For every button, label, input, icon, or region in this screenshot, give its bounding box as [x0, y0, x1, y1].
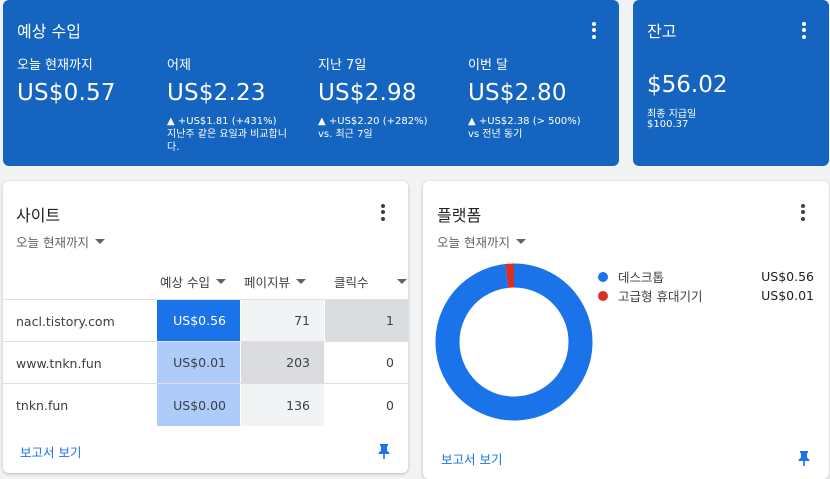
clicks-cell: 1	[325, 300, 408, 341]
platforms-period-dropdown[interactable]: 오늘 현재까지	[437, 232, 526, 251]
metric-value: US$2.23	[167, 80, 266, 106]
caret-down-icon	[94, 239, 105, 244]
sort-caret-icon	[396, 279, 407, 284]
earnings-cell: US$0.01	[157, 342, 240, 383]
earnings-cell: US$0.56	[157, 300, 240, 341]
metric-label: 이번 달	[468, 58, 509, 73]
last-payment-value: $100.37	[647, 119, 689, 130]
estimated-earnings-card: 예상 수입 오늘 현재까지 US$0.57 어제 US$2.23 ▲ +US$1…	[3, 0, 619, 166]
balance-title: 잔고	[647, 22, 677, 41]
metric-note: vs. 최근 7일	[318, 129, 373, 140]
sort-caret-icon	[215, 279, 226, 284]
legend-value: US$0.56	[761, 269, 814, 284]
platforms-view-report-link[interactable]: 보고서 보기	[441, 449, 502, 468]
legend-swatch	[598, 271, 608, 282]
estimated-earnings-title: 예상 수입	[17, 22, 81, 41]
balance-more-icon[interactable]	[794, 20, 814, 40]
balance-value: $56.02	[647, 72, 728, 98]
col-earnings-header[interactable]: 예상 수입	[160, 272, 226, 291]
metric-last-7-days: 지난 7일 US$2.98 ▲ +US$2.20 (+282%) vs. 최근 …	[318, 54, 468, 141]
pageviews-cell: 136	[241, 384, 324, 426]
metric-yesterday: 어제 US$2.23 ▲ +US$1.81 (+431%) 지난주 같은 요일과…	[167, 54, 317, 154]
legend-label: 데스크톱	[618, 270, 665, 285]
col-header-label: 클릭수	[334, 275, 369, 290]
metric-value: US$2.80	[468, 80, 567, 106]
pin-icon[interactable]	[797, 450, 811, 466]
sites-view-report-link[interactable]: 보고서 보기	[20, 442, 81, 461]
caret-down-icon	[515, 239, 526, 244]
col-clicks-header[interactable]: 클릭수	[334, 272, 407, 291]
platforms-title: 플랫폼	[437, 206, 482, 225]
metric-delta: ▲ +US$1.81 (+431%)	[167, 116, 277, 127]
metric-today: 오늘 현재까지 US$0.57	[17, 54, 167, 106]
sites-title: 사이트	[16, 206, 61, 225]
earnings-more-icon[interactable]	[584, 20, 604, 40]
metric-value: US$2.98	[318, 80, 417, 106]
legend-swatch	[598, 290, 608, 301]
col-pageviews-header[interactable]: 페이지뷰	[244, 272, 307, 291]
sites-period-dropdown[interactable]: 오늘 현재까지	[16, 232, 105, 251]
legend-item-desktop: 데스크톱 US$0.56	[598, 267, 814, 286]
metric-note: vs 전년 동기	[468, 129, 523, 140]
site-name[interactable]: tnkn.fun	[16, 398, 68, 413]
platforms-more-icon[interactable]	[793, 202, 813, 222]
metric-label: 어제	[167, 58, 191, 73]
sites-period-label: 오늘 현재까지	[16, 235, 89, 250]
legend-value: US$0.01	[761, 288, 814, 303]
pageviews-cell: 71	[241, 300, 324, 341]
pageviews-cell: 203	[241, 342, 324, 383]
metric-delta: ▲ +US$2.20 (+282%)	[318, 116, 428, 127]
earnings-cell: US$0.00	[157, 384, 240, 426]
site-name[interactable]: www.tnkn.fun	[16, 356, 102, 371]
pin-icon[interactable]	[377, 443, 391, 459]
metric-value: US$0.57	[17, 80, 116, 106]
last-payment-label: 최종 지급일	[647, 109, 697, 120]
metric-this-month: 이번 달 US$2.80 ▲ +US$2.38 (> 500%) vs 전년 동…	[468, 54, 618, 141]
metric-note: 지난주 같은 요일과 비교합니다.	[167, 129, 287, 153]
clicks-cell: 0	[325, 384, 408, 426]
metric-label: 오늘 현재까지	[17, 58, 93, 73]
balance-card: 잔고 $56.02 최종 지급일 $100.37	[633, 0, 829, 166]
donut-slice-0[interactable]	[435, 263, 593, 421]
sites-more-icon[interactable]	[373, 202, 393, 222]
col-header-label: 페이지뷰	[244, 275, 291, 290]
clicks-cell: 0	[325, 342, 408, 383]
col-header-label: 예상 수입	[160, 275, 210, 290]
platforms-period-label: 오늘 현재까지	[437, 235, 510, 250]
sort-caret-icon	[296, 279, 307, 284]
metric-label: 지난 7일	[318, 58, 367, 73]
site-name[interactable]: nacl.tistory.com	[16, 314, 115, 329]
legend-item-high-end-mobile: 고급형 휴대기기 US$0.01	[598, 286, 814, 305]
legend-label: 고급형 휴대기기	[618, 289, 703, 304]
metric-delta: ▲ +US$2.38 (> 500%)	[468, 116, 581, 127]
platform-donut-chart	[435, 263, 593, 421]
